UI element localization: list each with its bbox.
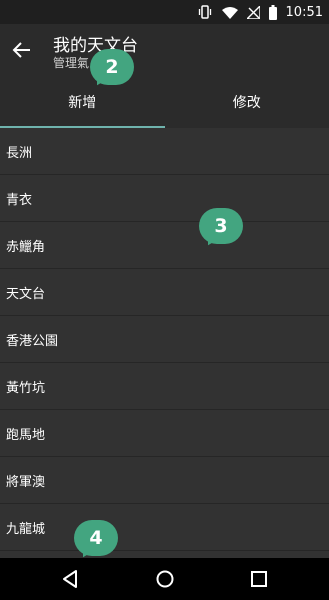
list-item[interactable]: 將軍澳	[0, 457, 329, 504]
nav-recents-button[interactable]	[249, 569, 269, 589]
tab-bar: 新增 修改	[0, 76, 329, 128]
battery-icon	[268, 4, 277, 20]
list-item[interactable]: 黃竹坑	[0, 363, 329, 410]
list-item-label: 赤鱲角	[6, 239, 46, 255]
list-item[interactable]: 青衣	[0, 175, 329, 222]
tab-add[interactable]: 新增	[0, 76, 165, 128]
vibrate-icon	[197, 5, 213, 19]
page-subtitle: 管理氣	[53, 56, 90, 70]
list-item-label: 香港公園	[6, 333, 59, 349]
list-item[interactable]: 香港公園	[0, 316, 329, 363]
list-item-label: 黃竹坑	[6, 380, 46, 396]
list-item-label: 九龍城	[6, 521, 46, 537]
callout-3: 3	[199, 208, 243, 249]
status-bar: 10:51	[0, 0, 329, 24]
list-item-label: 青衣	[6, 192, 33, 208]
list-item[interactable]: 跑馬地	[0, 410, 329, 457]
list-item-label: 跑馬地	[6, 427, 46, 443]
list-item[interactable]: 長洲	[0, 128, 329, 175]
list-item-label: 長洲	[6, 145, 33, 161]
nav-back-button[interactable]	[61, 569, 81, 589]
tab-add-label: 新增	[68, 95, 97, 111]
list-item[interactable]: 天文台	[0, 269, 329, 316]
tab-edit[interactable]: 修改	[165, 76, 329, 128]
nav-home-button[interactable]	[155, 569, 175, 589]
callout-number: 4	[89, 527, 103, 549]
callout-2: 2	[90, 49, 134, 89]
back-button[interactable]	[10, 38, 34, 62]
no-signal-icon	[246, 5, 260, 19]
triangle-back-icon	[63, 570, 77, 588]
circle-home-icon	[156, 570, 174, 588]
callout-number: 3	[214, 215, 228, 237]
list-item-label: 天文台	[6, 286, 46, 302]
list-item-label: 將軍澳	[6, 474, 46, 490]
location-list: 長洲 青衣 赤鱲角 天文台 香港公園 黃竹坑 跑馬地 將軍澳 九龍城	[0, 128, 329, 558]
app-bar: 我的天文台 管理氣	[0, 24, 329, 76]
square-recents-icon	[251, 571, 267, 587]
clock: 10:51	[285, 4, 323, 20]
callout-4: 4	[74, 520, 118, 561]
arrow-left-icon	[12, 42, 30, 58]
list-item[interactable]: 九龍城	[0, 504, 329, 551]
wifi-icon	[221, 6, 238, 19]
list-item[interactable]: 赤鱲角	[0, 222, 329, 269]
callout-number: 2	[105, 56, 119, 78]
navigation-bar	[0, 558, 329, 600]
tab-edit-label: 修改	[232, 95, 261, 111]
